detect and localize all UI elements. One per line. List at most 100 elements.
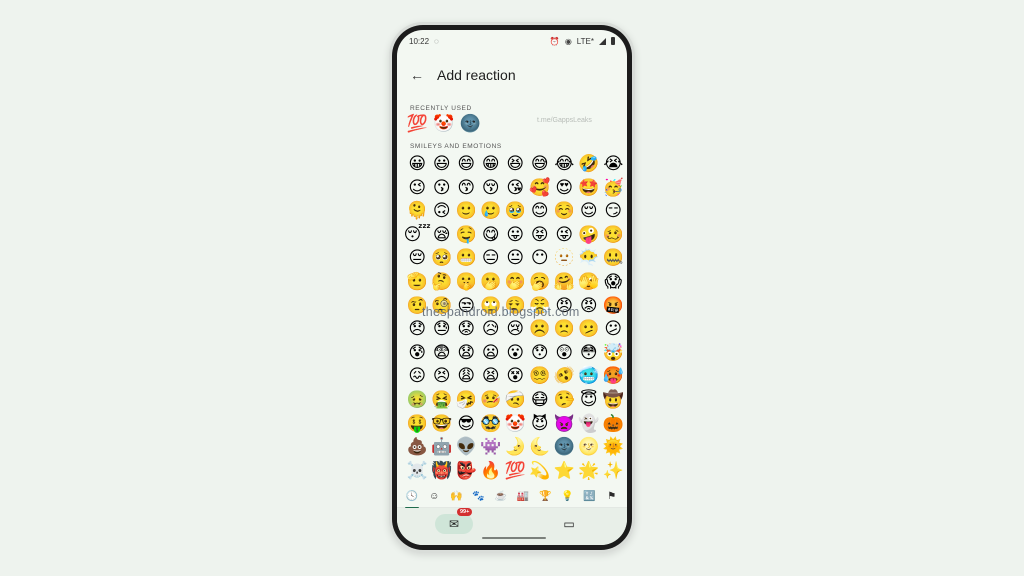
- emoji-button[interactable]: 💩: [405, 436, 430, 459]
- emoji-button[interactable]: 👽: [454, 436, 479, 459]
- nav-mail[interactable]: ✉ 99+: [435, 508, 473, 534]
- emoji-button[interactable]: 😵: [503, 365, 528, 388]
- emoji-button[interactable]: 🌞: [601, 436, 626, 459]
- emoji-button[interactable]: 😜: [552, 224, 577, 247]
- emoji-button[interactable]: 😑: [479, 247, 504, 270]
- emoji-button[interactable]: 🫣: [577, 271, 602, 294]
- emoji-button[interactable]: 🙁: [552, 318, 577, 341]
- emoji-button[interactable]: 🤫: [454, 271, 479, 294]
- emoji-button[interactable]: 😬: [454, 247, 479, 270]
- emoji-button[interactable]: 😠: [552, 295, 577, 318]
- emoji-button[interactable]: ☹️: [528, 318, 553, 341]
- emoji-button[interactable]: 🤪: [577, 224, 602, 247]
- emoji-button[interactable]: 🤠: [601, 389, 626, 412]
- emoji-button[interactable]: 🤗: [552, 271, 577, 294]
- emoji-button[interactable]: 🫥: [552, 247, 577, 270]
- emoji-button[interactable]: 💯: [503, 460, 528, 483]
- emoji-button[interactable]: 😒: [454, 295, 479, 318]
- emoji-button[interactable]: 😔: [405, 247, 430, 270]
- emoji-button[interactable]: 🥰: [528, 177, 553, 200]
- emoji-button[interactable]: 😧: [454, 342, 479, 365]
- emoji-button[interactable]: 😥: [479, 318, 504, 341]
- emoji-button[interactable]: 😶‍🌫️: [577, 247, 602, 270]
- emoji-button[interactable]: 🤥: [552, 389, 577, 412]
- emoji-button[interactable]: 😰: [405, 342, 430, 365]
- emoji-button[interactable]: 🤖: [430, 436, 455, 459]
- emoji-button[interactable]: 👿: [552, 413, 577, 436]
- emoji-button[interactable]: 😩: [454, 365, 479, 388]
- emoji-button[interactable]: 👾: [479, 436, 504, 459]
- emoji-button[interactable]: 🤑: [405, 413, 430, 436]
- emoji-button[interactable]: 😶: [528, 247, 553, 270]
- emoji-button[interactable]: 🤨: [405, 295, 430, 318]
- emoji-button[interactable]: 😝: [528, 224, 553, 247]
- emoji-button[interactable]: 🤢: [405, 389, 430, 412]
- emoji-button[interactable]: ☠️: [405, 460, 430, 483]
- emoji-button[interactable]: 🥺: [430, 247, 455, 270]
- emoji-button[interactable]: 😵‍💫: [528, 365, 553, 388]
- emoji-button[interactable]: 🥱: [528, 271, 553, 294]
- nav-meet[interactable]: ▭: [549, 514, 589, 534]
- emoji-button[interactable]: 🎃: [601, 413, 626, 436]
- emoji-button[interactable]: 🤬: [601, 295, 626, 318]
- emoji-button[interactable]: 🤭: [503, 271, 528, 294]
- home-indicator[interactable]: [482, 537, 546, 539]
- category-tab-people[interactable]: 🙌: [446, 491, 466, 502]
- emoji-button[interactable]: 🤓: [430, 413, 455, 436]
- emoji-button[interactable]: 😱: [601, 271, 626, 294]
- emoji-button[interactable]: 🙄: [479, 295, 504, 318]
- emoji-button[interactable]: 🫠: [405, 200, 430, 223]
- emoji-button[interactable]: 😄: [454, 153, 479, 176]
- emoji-button[interactable]: 😅: [528, 153, 553, 176]
- emoji-button[interactable]: 🥶: [577, 365, 602, 388]
- emoji-button[interactable]: 😐: [503, 247, 528, 270]
- emoji-button[interactable]: 🤩: [577, 177, 602, 200]
- emoji-button[interactable]: 🫤: [577, 318, 602, 341]
- emoji-button[interactable]: 😤: [528, 295, 553, 318]
- emoji-button[interactable]: ⭐: [552, 460, 577, 483]
- emoji-button[interactable]: 👺: [454, 460, 479, 483]
- emoji-button[interactable]: 🤐: [601, 247, 626, 270]
- emoji-button[interactable]: 🙃: [430, 200, 455, 223]
- category-tab-recent[interactable]: 🕓: [402, 491, 422, 509]
- emoji-button[interactable]: 😮: [503, 342, 528, 365]
- emoji-button[interactable]: 🥳: [601, 177, 626, 200]
- emoji-button[interactable]: 😈: [528, 413, 553, 436]
- emoji-button[interactable]: 😢: [503, 318, 528, 341]
- emoji-button[interactable]: 😉: [405, 177, 430, 200]
- category-tab-travel[interactable]: 🏭: [513, 491, 533, 502]
- emoji-button[interactable]: 🌛: [503, 436, 528, 459]
- category-tab-symbols[interactable]: 🔣: [580, 491, 600, 502]
- emoji-button[interactable]: 😙: [454, 177, 479, 200]
- emoji-button[interactable]: 🥹: [503, 200, 528, 223]
- emoji-button[interactable]: 🫡: [405, 271, 430, 294]
- emoji-button[interactable]: 😎: [454, 413, 479, 436]
- emoji-button[interactable]: 😕: [601, 318, 626, 341]
- emoji-button[interactable]: 🫢: [479, 271, 504, 294]
- emoji-button[interactable]: 😳: [577, 342, 602, 365]
- emoji-button[interactable]: 😪: [430, 224, 455, 247]
- emoji-button[interactable]: 😛: [503, 224, 528, 247]
- emoji-button[interactable]: 😯: [528, 342, 553, 365]
- emoji-button[interactable]: 👻: [577, 413, 602, 436]
- emoji-button[interactable]: 🤒: [479, 389, 504, 412]
- emoji-button[interactable]: 😇: [577, 389, 602, 412]
- emoji-button[interactable]: 🥵: [601, 365, 626, 388]
- emoji-button[interactable]: 😌: [577, 200, 602, 223]
- emoji-button[interactable]: 💯: [405, 113, 430, 136]
- emoji-button[interactable]: 🌚: [552, 436, 577, 459]
- emoji-button[interactable]: ✨: [601, 460, 626, 483]
- category-tab-animals[interactable]: 🐾: [469, 491, 489, 502]
- emoji-button[interactable]: 🌝: [577, 436, 602, 459]
- emoji-button[interactable]: 😓: [430, 318, 455, 341]
- emoji-button[interactable]: 🌟: [577, 460, 602, 483]
- category-tab-activities[interactable]: 🏆: [535, 491, 555, 502]
- emoji-button[interactable]: 🔥: [479, 460, 504, 483]
- emoji-button[interactable]: 😭: [601, 153, 626, 176]
- emoji-button[interactable]: 🤣: [577, 153, 602, 176]
- emoji-button[interactable]: 😦: [479, 342, 504, 365]
- emoji-button[interactable]: 😮‍💨: [503, 295, 528, 318]
- emoji-button[interactable]: 😍: [552, 177, 577, 200]
- emoji-button[interactable]: 🤕: [503, 389, 528, 412]
- emoji-button[interactable]: 😚: [479, 177, 504, 200]
